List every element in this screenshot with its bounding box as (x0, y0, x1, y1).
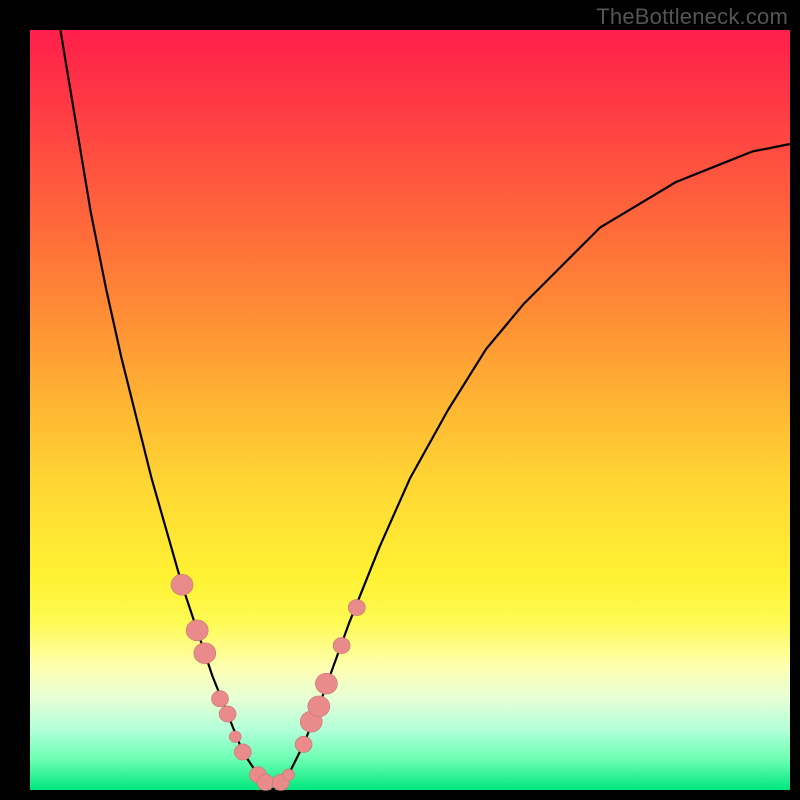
marker-point (333, 638, 350, 654)
marker-point (348, 600, 365, 616)
curve-svg (30, 30, 790, 790)
marker-point (229, 731, 241, 742)
marker-point (194, 643, 216, 664)
chart-frame: TheBottleneck.com (0, 0, 800, 800)
marker-group (171, 574, 365, 790)
marker-point (186, 620, 208, 641)
marker-point (171, 574, 193, 595)
watermark-text: TheBottleneck.com (596, 4, 788, 30)
marker-point (308, 696, 330, 717)
marker-point (282, 769, 294, 780)
bottleneck-curve (60, 30, 790, 790)
marker-point (234, 744, 251, 760)
marker-point (212, 691, 229, 707)
marker-point (257, 774, 274, 790)
marker-point (315, 673, 337, 694)
plot-area (30, 30, 790, 790)
marker-point (219, 706, 236, 722)
marker-point (295, 736, 312, 752)
